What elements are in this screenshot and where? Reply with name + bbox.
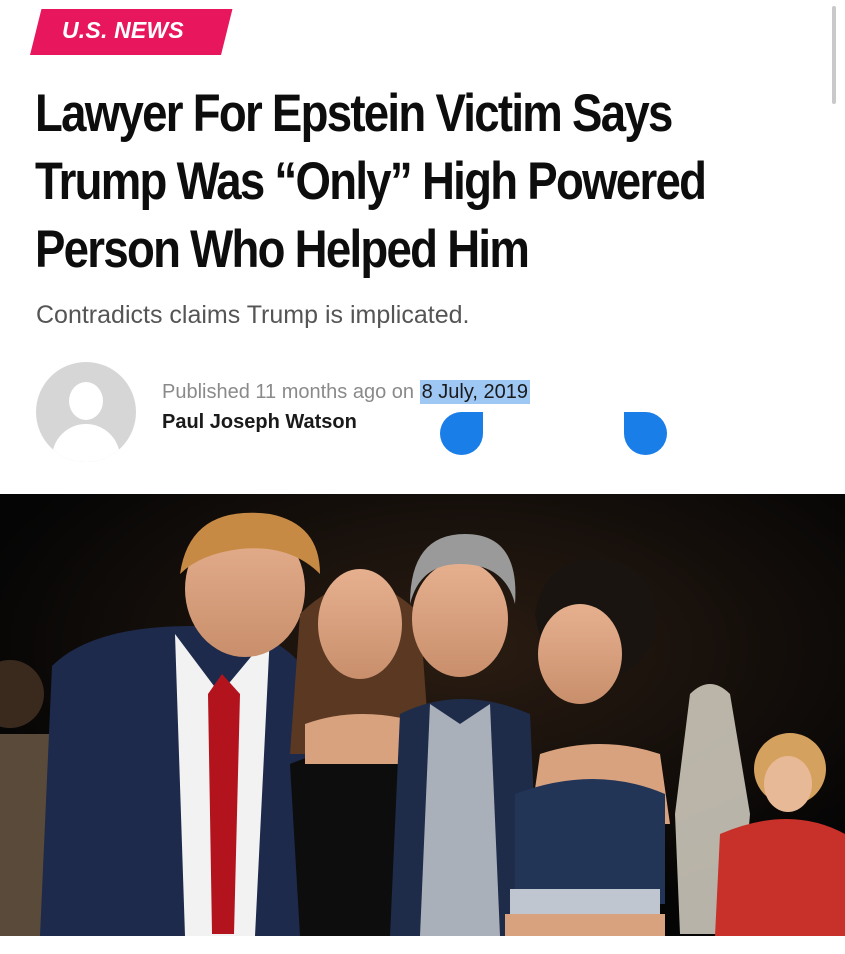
selection-handle-end[interactable] [624,412,667,455]
headline-line: Trump Was “Only” High Powered [35,152,707,211]
photo-image [0,494,845,936]
scroll-indicator[interactable] [832,6,836,104]
avatar-placeholder-head [69,382,103,420]
published-meta: Published 11 months ago on 8 July, 2019 [162,380,530,404]
article-subtitle: Contradicts claims Trump is implicated. [36,301,470,329]
article-headline: Lawyer For Epstein Victim Says Trump Was … [35,80,723,284]
category-badge[interactable]: U.S. NEWS [62,17,184,44]
published-prefix: Published 11 months ago on [162,381,420,403]
article-photo [0,494,845,936]
selection-handle-start[interactable] [440,412,483,455]
author-name[interactable]: Paul Joseph Watson [162,411,357,434]
avatar-placeholder-body [52,424,120,462]
published-date-selected[interactable]: 8 July, 2019 [419,380,530,404]
headline-line: Person Who Helped Him [35,220,530,279]
author-avatar[interactable] [36,362,136,462]
headline-line: Lawyer For Epstein Victim Says [35,84,673,143]
